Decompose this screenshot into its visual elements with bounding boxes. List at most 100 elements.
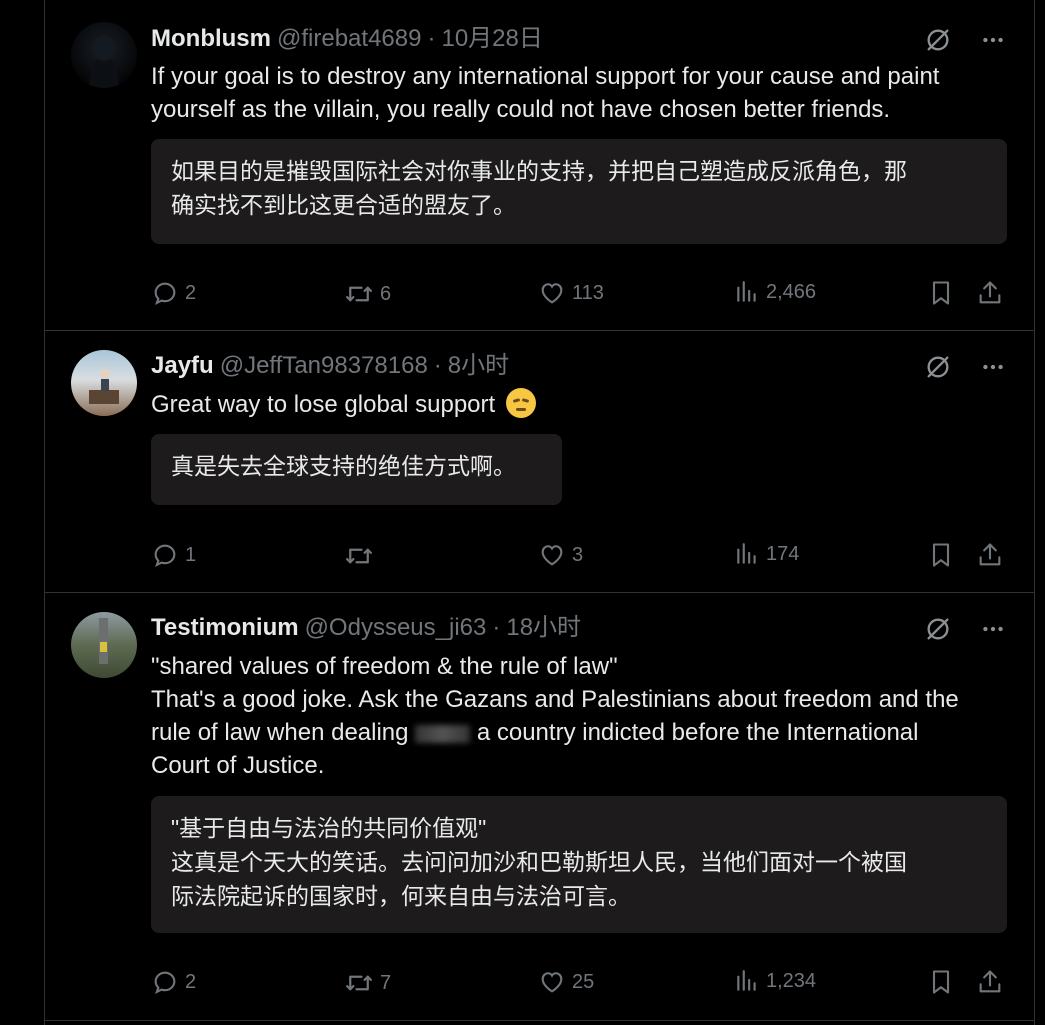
more-icon[interactable]	[980, 27, 1006, 53]
repost-icon	[344, 279, 374, 309]
like-button[interactable]: 113	[538, 279, 604, 307]
tweet-text-line: yourself as the villain, you really coul…	[151, 96, 891, 123]
timestamp[interactable]: 18小时	[506, 614, 581, 641]
translation-line: 际法院起诉的国家时，何来自由与法治可言。	[171, 883, 631, 909]
reply-button[interactable]: 1	[151, 541, 196, 569]
bookmark-icon	[927, 279, 955, 307]
like-icon	[538, 541, 566, 569]
reply-button[interactable]: 2	[151, 279, 196, 307]
share-button[interactable]	[976, 541, 1004, 569]
share-icon	[976, 279, 1004, 307]
share-icon	[976, 968, 1004, 996]
share-button[interactable]	[976, 968, 1004, 996]
translation-box: 真是失去全球支持的绝佳方式啊。	[151, 434, 562, 505]
tweet-text-fragment: a country indicted before the Internatio…	[476, 719, 919, 746]
grok-icon[interactable]	[924, 353, 952, 381]
bookmark-icon	[927, 968, 955, 996]
reply-count: 1	[185, 543, 197, 566]
tweet-text: Great way to lose global support	[151, 388, 1011, 421]
timestamp[interactable]: 10月28日	[441, 25, 542, 52]
tweet-header: Testimonium @Odysseus_ji63 · 18小时	[151, 613, 581, 643]
view-count: 1,234	[766, 969, 817, 992]
like-count: 25	[572, 970, 595, 993]
tweet-text-line: Great way to lose global support	[151, 391, 496, 418]
translation-line: "基于自由与法治的共同价值观"	[171, 815, 487, 841]
timestamp[interactable]: 8小时	[448, 352, 509, 379]
separator: ·	[433, 352, 442, 379]
tweet-text-line: rule of law when dealing a country indic…	[151, 716, 1011, 749]
like-count: 113	[572, 281, 604, 304]
tweet-text-fragment: rule of law when dealing	[151, 719, 409, 746]
views-icon	[734, 968, 760, 994]
translation-line: 真是失去全球支持的绝佳方式啊。	[171, 453, 516, 479]
handle[interactable]: @firebat4689	[277, 25, 421, 52]
reply-button[interactable]: 2	[151, 968, 196, 996]
more-icon[interactable]	[980, 354, 1006, 380]
obscured-word	[415, 724, 471, 743]
display-name[interactable]: Jayfu	[151, 352, 214, 379]
bookmark-button[interactable]	[927, 541, 955, 569]
translation-box: 如果目的是摧毁国际社会对你事业的支持，并把自己塑造成反派角色，那 确实找不到比这…	[151, 139, 1007, 244]
tweet[interactable]: Monblusm @firebat4689 · 10月28日 If your goal…	[45, 0, 1034, 331]
tweet-top-actions	[924, 26, 1006, 54]
repost-icon	[344, 968, 374, 998]
tweet-header: Jayfu @JeffTan98378168 · 8小时	[151, 351, 509, 381]
tweet-top-actions	[924, 615, 1006, 643]
tweet-header: Monblusm @firebat4689 · 10月28日	[151, 24, 543, 54]
views-icon	[734, 279, 760, 305]
tweet[interactable]: Jayfu @JeffTan98378168 · 8小时 Great way to l…	[45, 331, 1034, 593]
translation-line: 如果目的是摧毁国际社会对你事业的支持，并把自己塑造成反派角色，那	[171, 158, 907, 184]
display-name[interactable]: Testimonium	[151, 614, 299, 641]
repost-count: 7	[380, 971, 392, 994]
repost-count: 6	[380, 282, 392, 305]
reply-icon	[151, 541, 179, 569]
reply-icon	[151, 279, 179, 307]
avatar[interactable]	[71, 350, 137, 416]
tweet-text-line: If your goal is to destroy any internati…	[151, 63, 940, 90]
tweet-top-actions	[924, 353, 1006, 381]
avatar[interactable]	[71, 22, 137, 88]
tweet-text-line: Court of Justice.	[151, 752, 325, 779]
action-bar: 2 6 113 2,466	[151, 279, 1006, 309]
repost-button[interactable]: 7	[344, 968, 391, 998]
repost-icon	[344, 541, 374, 571]
like-count: 3	[572, 543, 584, 566]
tweet[interactable]: Testimonium @Odysseus_ji63 · 18小时 "shared v…	[45, 593, 1034, 1021]
view-count: 174	[766, 542, 800, 565]
views-button[interactable]: 174	[734, 541, 799, 567]
handle[interactable]: @JeffTan98378168	[220, 352, 428, 379]
view-count: 2,466	[766, 280, 817, 303]
bookmark-button[interactable]	[927, 968, 955, 996]
like-icon	[538, 279, 566, 307]
like-icon	[538, 968, 566, 996]
handle[interactable]: @Odysseus_ji63	[305, 614, 487, 641]
repost-button[interactable]: 6	[344, 279, 391, 309]
share-icon	[976, 541, 1004, 569]
timeline: Monblusm @firebat4689 · 10月28日 If your goal…	[44, 0, 1035, 1025]
bookmark-button[interactable]	[927, 279, 955, 307]
views-icon	[734, 541, 760, 567]
separator: ·	[427, 25, 436, 52]
avatar[interactable]	[71, 612, 137, 678]
more-icon[interactable]	[980, 616, 1006, 642]
grok-icon[interactable]	[924, 615, 952, 643]
repost-button[interactable]	[344, 541, 380, 571]
reply-count: 2	[185, 281, 197, 304]
views-button[interactable]: 1,234	[734, 968, 816, 994]
translation-line: 确实找不到比这更合适的盟友了。	[171, 192, 516, 218]
translation-box: "基于自由与法治的共同价值观" 这真是个天大的笑话。去问问加沙和巴勒斯坦人民，当…	[151, 796, 1007, 933]
like-button[interactable]: 3	[538, 541, 583, 569]
tweet-text: "shared values of freedom & the rule of …	[151, 650, 1011, 782]
views-button[interactable]: 2,466	[734, 279, 816, 305]
separator: ·	[492, 614, 501, 641]
display-name[interactable]: Monblusm	[151, 25, 271, 52]
grok-icon[interactable]	[924, 26, 952, 54]
disappointed-face-icon	[505, 388, 536, 418]
bookmark-icon	[927, 541, 955, 569]
tweet-text-line: That's a good joke. Ask the Gazans and P…	[151, 686, 959, 713]
share-button[interactable]	[976, 279, 1004, 307]
like-button[interactable]: 25	[538, 968, 594, 996]
action-bar: 1 3 174	[151, 541, 1006, 571]
translation-line: 这真是个天大的笑话。去问问加沙和巴勒斯坦人民，当他们面对一个被国	[171, 849, 907, 875]
tweet-text-line: "shared values of freedom & the rule of …	[151, 653, 618, 680]
